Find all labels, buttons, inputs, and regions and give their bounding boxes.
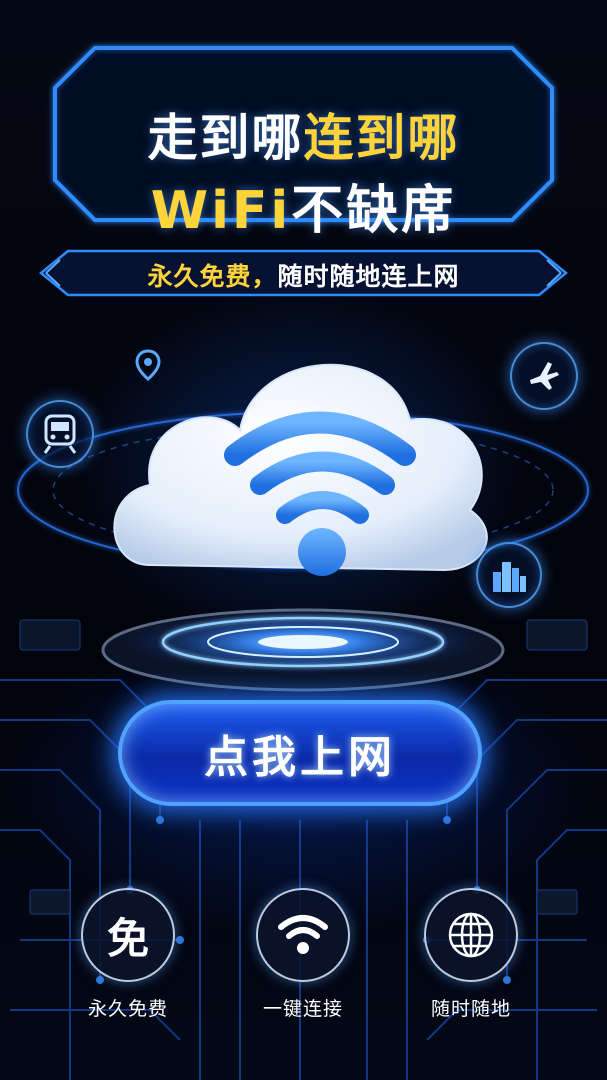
location-pin-icon [133, 349, 163, 381]
subtitle: 永久免费，随时随地连上网 [38, 257, 569, 293]
feature-free-label: 永久免费 [87, 998, 168, 1020]
feature-list: 免 永久免费 一键连接 随时随地 [0, 888, 607, 1028]
feature-anywhere-label: 随时随地 [430, 998, 511, 1020]
free-badge-icon: 免 [81, 888, 175, 982]
subtitle-yellow: 永久免费， [147, 262, 278, 291]
subtitle-bar: 永久免费，随时随地连上网 [38, 248, 569, 298]
free-badge-char: 免 [106, 913, 149, 963]
airplane-icon [510, 342, 578, 410]
subtitle-white: 随时随地连上网 [277, 262, 460, 291]
feature-anywhere[interactable]: 随时随地 [396, 888, 546, 1021]
hero-scene [0, 320, 607, 700]
wifi-icon [256, 888, 350, 982]
feature-one-click-connect[interactable]: 一键连接 [228, 888, 378, 1021]
title-line-2-yellow: WiFi [150, 181, 292, 241]
globe-icon [424, 888, 518, 982]
city-buildings-icon [476, 542, 542, 608]
train-icon [26, 400, 94, 468]
go-online-button-label: 点我上网 [204, 732, 396, 783]
title-line-2-white: 不缺席 [291, 181, 457, 241]
title-panel: 走到哪连到哪 WiFi不缺席 [40, 30, 567, 241]
go-online-button[interactable]: 点我上网 [118, 700, 482, 806]
title-line-1-yellow: 连到哪 [303, 109, 460, 167]
feature-free[interactable]: 免 永久免费 [53, 888, 203, 1021]
title-line-2: WiFi不缺席 [40, 168, 567, 243]
title-line-1-white: 走到哪 [147, 109, 304, 167]
title-line-1: 走到哪连到哪 [40, 98, 567, 170]
feature-one-click-connect-label: 一键连接 [262, 998, 343, 1020]
